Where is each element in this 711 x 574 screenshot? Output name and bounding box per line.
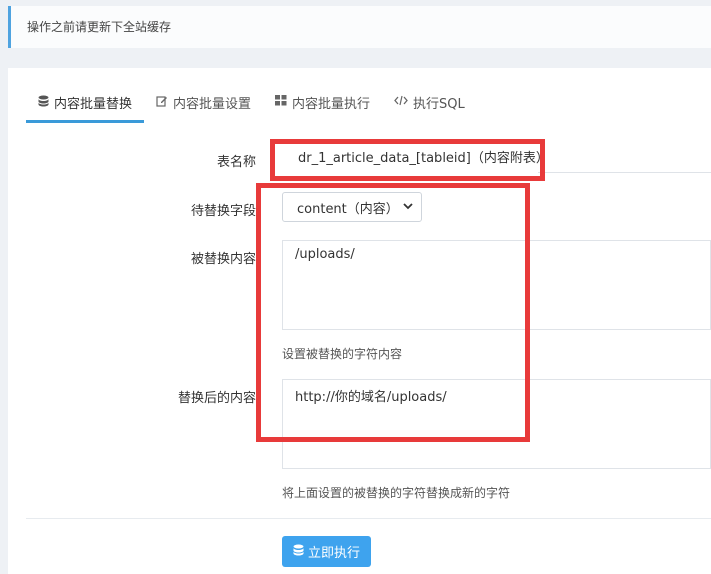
tab-batch-replace[interactable]: 内容批量替换 (26, 84, 145, 123)
cache-notice: 操作之前请更新下全站缓存 (8, 6, 711, 48)
field-select[interactable]: content（内容） (282, 192, 422, 222)
tab-execute-sql[interactable]: 执行SQL (382, 84, 477, 120)
code-icon (394, 95, 408, 109)
search-text: /uploads/ (295, 247, 355, 262)
replace-label: 替换后的内容 (177, 391, 256, 406)
field-select-value: content（内容） (297, 201, 399, 217)
chevron-down-icon (403, 202, 413, 213)
database-icon (293, 544, 304, 560)
table-divider (538, 172, 711, 173)
execute-button-label: 立即执行 (307, 546, 360, 561)
field-label: 待替换字段 (190, 204, 256, 219)
database-icon (38, 95, 49, 110)
search-label: 被替换内容 (190, 252, 256, 267)
edit-icon (156, 95, 168, 110)
tab-batch-settings[interactable]: 内容批量设置 (144, 84, 263, 120)
search-textarea[interactable]: /uploads/ (282, 240, 711, 330)
grid-icon (275, 95, 287, 109)
search-help: 设置被替换的字符内容 (282, 347, 403, 361)
replace-help: 将上面设置的被替换的字符替换成新的字符 (282, 486, 511, 500)
tab-label: 内容批量执行 (292, 96, 371, 112)
tab-batch-execute[interactable]: 内容批量执行 (263, 84, 382, 120)
form-divider (26, 518, 711, 519)
tab-bar: 内容批量替换 内容批量设置 内容批量执行 执行SQL (26, 84, 477, 124)
table-name-value: dr_1_article_data_[tableid]（内容附表） (282, 142, 711, 176)
tab-label: 内容批量设置 (173, 96, 252, 112)
replace-text: http://你的域名/uploads/ (295, 390, 447, 405)
tab-label: 内容批量替换 (54, 96, 133, 112)
main-panel: 内容批量替换 内容批量设置 内容批量执行 执行SQL 表名称 dr_1_arti… (8, 68, 711, 574)
table-name-label: 表名称 (216, 155, 256, 170)
tab-label: 执行SQL (413, 96, 465, 112)
replace-textarea[interactable]: http://你的域名/uploads/ (282, 379, 711, 469)
table-name-text: dr_1_article_data_[tableid]（内容附表） (298, 151, 549, 166)
execute-button[interactable]: 立即执行 (282, 536, 371, 567)
cache-notice-text: 操作之前请更新下全站缓存 (27, 20, 172, 34)
